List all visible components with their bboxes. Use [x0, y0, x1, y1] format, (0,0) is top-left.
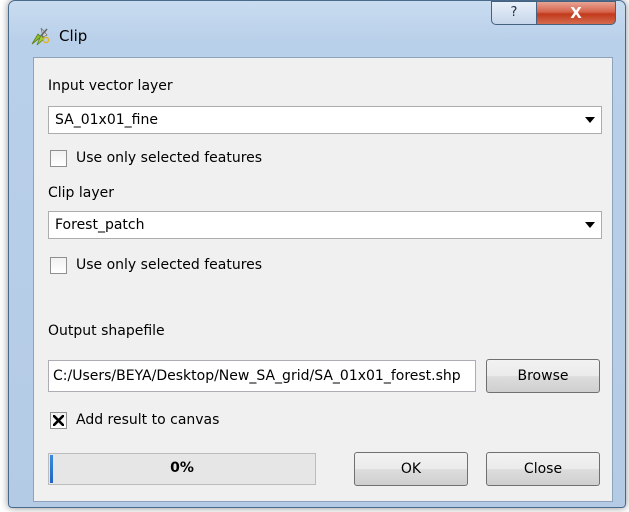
input-layer-label: Input vector layer: [48, 78, 173, 94]
qgis-clip-icon: [31, 27, 50, 46]
help-button[interactable]: ?: [491, 1, 537, 25]
input-layer-combo[interactable]: SA_01x01_fine: [48, 106, 602, 134]
progress-text: 0%: [170, 460, 194, 476]
close-icon: X: [570, 4, 582, 22]
clip-layer-label: Clip layer: [48, 185, 115, 201]
progress-bar: 0%: [48, 453, 316, 485]
window-title: Clip: [59, 27, 88, 45]
add-to-canvas-checkbox[interactable]: [50, 412, 67, 429]
output-shapefile-field[interactable]: [48, 360, 476, 392]
output-shapefile-label: Output shapefile: [48, 323, 165, 339]
clip-selected-only-label: Use only selected features: [76, 257, 263, 273]
window-close-button[interactable]: X: [536, 1, 616, 25]
output-shapefile-input[interactable]: [49, 361, 475, 391]
input-selected-only-label: Use only selected features: [76, 150, 263, 166]
chevron-down-icon: [579, 212, 601, 238]
ok-button[interactable]: OK: [354, 452, 468, 486]
title-bar: Clip ? X: [9, 1, 625, 53]
add-to-canvas-label: Add result to canvas: [76, 412, 220, 428]
clip-dialog-window: Clip ? X Input vector layer SA_01x01_fin…: [8, 0, 626, 508]
clip-selected-only-checkbox[interactable]: [50, 257, 67, 274]
dialog-client-area: Input vector layer SA_01x01_fine Use onl…: [33, 57, 613, 502]
input-selected-only-checkbox[interactable]: [50, 150, 67, 167]
chevron-down-icon: [579, 107, 601, 133]
clip-layer-value: Forest_patch: [55, 217, 145, 233]
input-layer-value: SA_01x01_fine: [55, 112, 158, 128]
help-icon: ?: [510, 5, 518, 20]
close-button[interactable]: Close: [486, 452, 600, 486]
check-x-icon: [53, 415, 64, 426]
clip-layer-combo[interactable]: Forest_patch: [48, 211, 602, 239]
browse-button[interactable]: Browse: [486, 359, 600, 393]
